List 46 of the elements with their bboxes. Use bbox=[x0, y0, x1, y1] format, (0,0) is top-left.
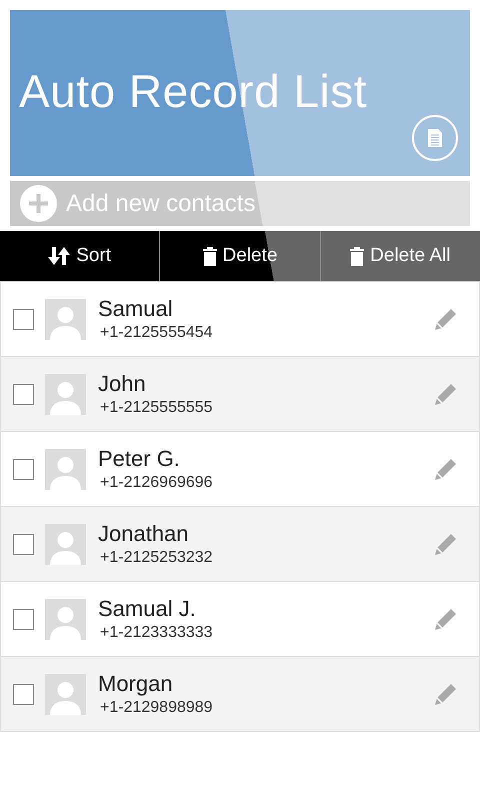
checkbox[interactable] bbox=[13, 534, 34, 554]
pencil-icon[interactable] bbox=[433, 306, 459, 332]
avatar-icon bbox=[45, 674, 86, 714]
sort-button[interactable]: Sort bbox=[0, 231, 160, 281]
contact-name: Jonathan bbox=[98, 520, 190, 548]
contact-row[interactable]: Jonathan +1-2125253232 bbox=[0, 507, 480, 582]
phone-number: +1-2123333333 bbox=[99, 623, 214, 643]
checkbox[interactable] bbox=[13, 458, 34, 480]
sort-icon bbox=[48, 247, 70, 265]
contact-name: Peter G. bbox=[98, 445, 181, 473]
trash-icon bbox=[202, 246, 217, 266]
contact-name: Samual bbox=[98, 295, 174, 323]
delete-button[interactable]: Delete bbox=[159, 231, 320, 281]
contact-row[interactable]: Peter G. +1-2126969696 bbox=[0, 432, 480, 507]
pencil-icon[interactable] bbox=[433, 456, 459, 482]
phone-number: +1-2125555555 bbox=[99, 398, 214, 418]
trash-icon bbox=[350, 246, 364, 266]
checkbox[interactable] bbox=[13, 684, 34, 704]
checkbox[interactable] bbox=[13, 608, 34, 630]
avatar-icon bbox=[45, 524, 86, 564]
phone-number: +1-2125555454 bbox=[99, 323, 214, 343]
contact-row[interactable]: John +1-2125555555 bbox=[0, 357, 480, 432]
contact-row[interactable]: Samual J. +1-2123333333 bbox=[0, 582, 480, 657]
phone-number: +1-2126969696 bbox=[99, 473, 214, 493]
checkbox[interactable] bbox=[13, 308, 34, 330]
phone-number: +1-2129898989 bbox=[99, 698, 214, 718]
pencil-icon[interactable] bbox=[433, 381, 459, 407]
checkbox[interactable] bbox=[13, 384, 34, 404]
document-icon bbox=[427, 128, 443, 148]
pencil-icon[interactable] bbox=[433, 606, 459, 632]
pencil-icon[interactable] bbox=[433, 681, 459, 707]
delete-button[interactable]: Delete All bbox=[320, 231, 480, 281]
avatar-icon bbox=[45, 374, 86, 414]
contact-name: Morgan bbox=[98, 670, 174, 698]
app-title: Auto Record List bbox=[19, 68, 368, 114]
contact-row[interactable]: Samual +1-2125555454 bbox=[0, 282, 480, 357]
contact-name: John bbox=[98, 370, 147, 398]
phone-number: +1-2125253232 bbox=[99, 548, 214, 568]
contact-row[interactable]: Morgan +1-2129898989 bbox=[0, 657, 480, 732]
avatar-icon bbox=[45, 448, 86, 490]
contact-name: Samual J. bbox=[98, 595, 197, 623]
plus-icon bbox=[20, 185, 57, 222]
pencil-icon[interactable] bbox=[433, 531, 459, 557]
document-button[interactable] bbox=[412, 115, 458, 161]
avatar-icon bbox=[45, 298, 86, 340]
avatar-icon bbox=[45, 598, 86, 640]
